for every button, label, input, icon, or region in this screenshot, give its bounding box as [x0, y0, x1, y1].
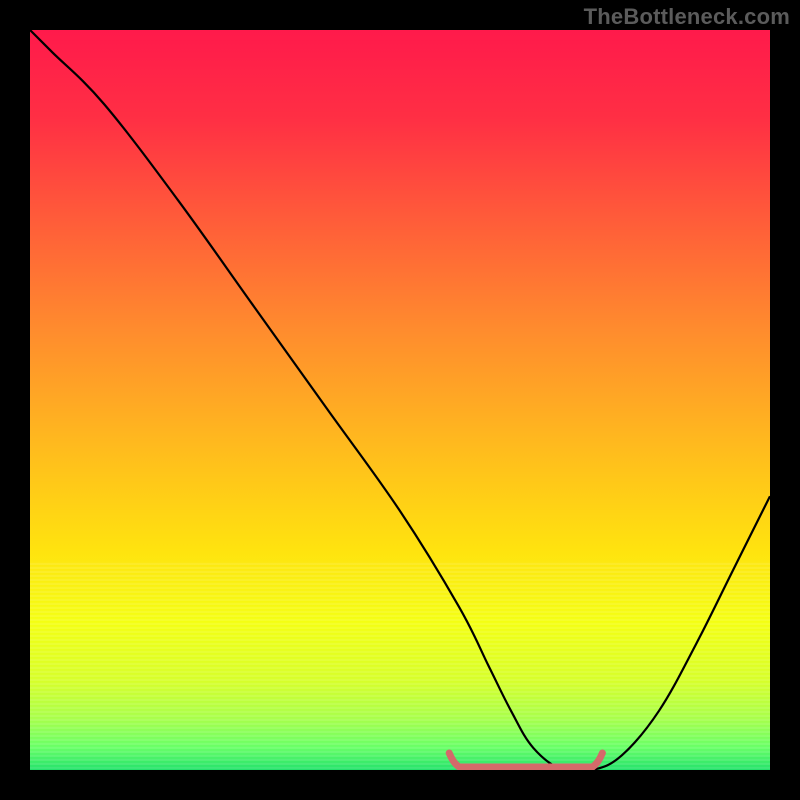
chart-frame: TheBottleneck.com — [0, 0, 800, 800]
watermark-text: TheBottleneck.com — [584, 4, 790, 30]
bottleneck-chart — [30, 30, 770, 770]
plot-area — [30, 30, 770, 770]
